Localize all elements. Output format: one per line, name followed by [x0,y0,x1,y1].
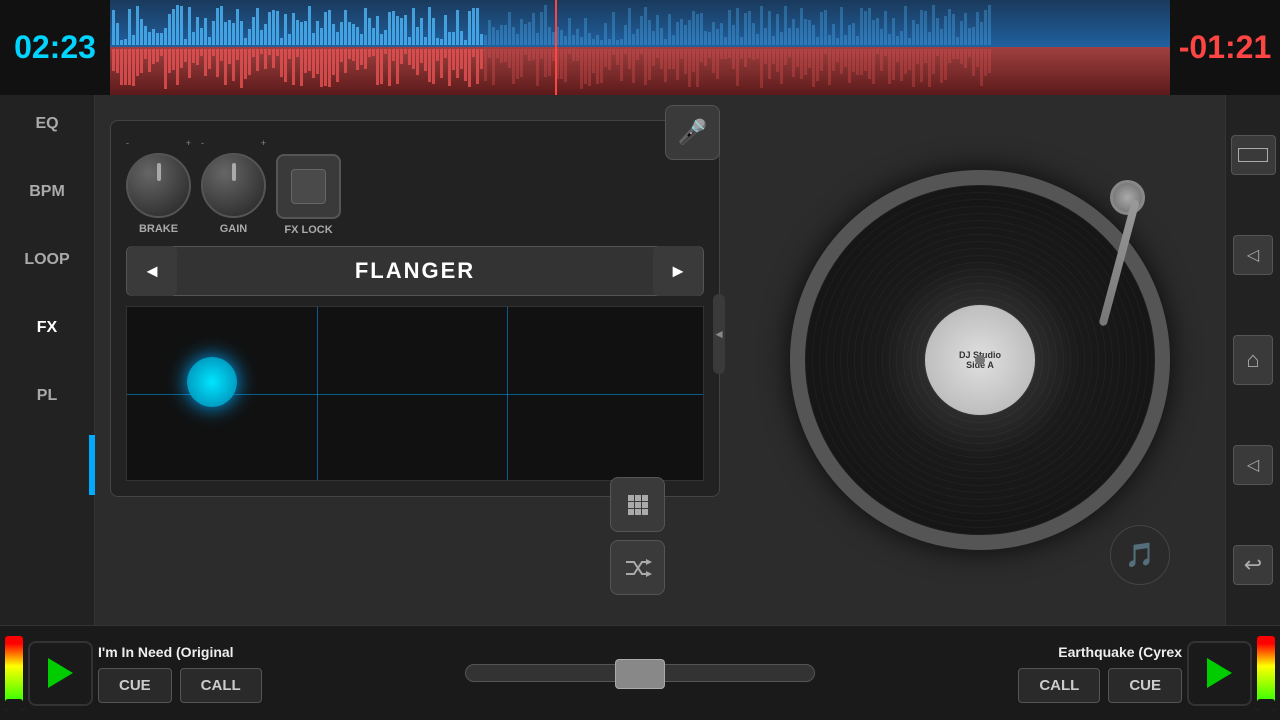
turntable[interactable]: DJ Studio Side A [790,170,1170,550]
waveform-section: 02:23 -01:21 [0,0,1280,95]
controls-row: -+ BRAKE -+ GAIN FX LOCK [126,136,704,236]
sidebar-item-loop[interactable]: LOOP [24,251,69,269]
collapse-icon: ◄ [713,327,725,341]
fx-next-button[interactable]: ► [653,246,703,296]
crossfader-section [450,664,830,682]
mic-icon: 🎤 [678,118,708,147]
gain-knob-group: -+ GAIN [201,138,266,235]
crossfader-handle[interactable] [615,659,665,689]
sidebar-item-bpm[interactable]: BPM [29,183,65,201]
left-track-title: I'm In Need (Original [98,644,318,660]
turntable-spindle [975,355,985,365]
fx-lock-button[interactable] [276,154,341,219]
right-call-button[interactable]: CALL [1018,668,1100,703]
grid-button[interactable] [610,477,665,532]
right-btn-4[interactable]: ◁ [1233,445,1273,485]
left-vu-meter [5,636,23,711]
turntable-section: DJ Studio Side A 🎵 [735,95,1225,625]
waveform-display[interactable] [110,0,1170,95]
left-deck-buttons: CUE CALL [98,668,318,703]
right-sidebar: ◁ ⌂ ◁ ↩ [1225,95,1280,625]
collapse-arrow[interactable]: ◄ [713,294,725,374]
left-vu-mask [5,699,23,710]
right-track-title: Earthquake (Cyrex [1058,644,1182,660]
center-panel: 🎤 -+ BRAKE -+ GAIN FX LO [95,95,735,625]
left-track-info: I'm In Need (Original CUE CALL [98,644,318,703]
gain-range: -+ [201,138,266,148]
fx-lock-label: FX LOCK [284,224,332,236]
fx-name: FLANGER [177,258,653,284]
right-vu-mask [1257,699,1275,710]
right-cue-button[interactable]: CUE [1108,668,1182,703]
back-icon: ↩ [1244,552,1262,578]
grid-icon [626,493,650,517]
sidebar-item-eq[interactable]: EQ [35,115,58,133]
fx-lock-inner [291,169,326,204]
right-btn-4-icon: ◁ [1247,455,1259,475]
time-elapsed: 02:23 [0,29,110,66]
right-btn-5[interactable]: ↩ [1233,545,1273,585]
sidebar-item-fx[interactable]: FX [37,319,57,337]
right-deck: Earthquake (Cyrex CALL CUE [830,636,1280,711]
fx-prev-button[interactable]: ◄ [127,246,177,296]
side-buttons [610,477,665,595]
brake-knob-group: -+ BRAKE [126,138,191,235]
shuffle-icon [624,558,652,578]
fx-dot [187,357,237,407]
right-track-info: Earthquake (Cyrex CALL CUE [962,644,1182,703]
right-btn-3-icon: ⌂ [1246,347,1259,373]
time-remaining: -01:21 [1170,29,1280,66]
fx-pad[interactable] [126,306,704,481]
left-cue-button[interactable]: CUE [98,668,172,703]
right-play-icon [1207,658,1232,688]
right-btn-1-icon [1238,148,1268,162]
music-note-button[interactable]: 🎵 [1110,525,1170,585]
brake-label: BRAKE [139,223,178,235]
playhead [555,0,557,95]
waveform-top[interactable] [110,0,1170,47]
turntable-label: DJ Studio Side A [925,305,1035,415]
right-btn-2[interactable]: ◁ [1233,235,1273,275]
bottom-bar: I'm In Need (Original CUE CALL Earthquak… [0,625,1280,720]
left-deck: I'm In Need (Original CUE CALL [0,636,450,711]
waveform-bottom[interactable] [110,47,1170,95]
fx-selector: ◄ FLANGER ► [126,246,704,296]
shuffle-button[interactable] [610,540,665,595]
main-area: EQ BPM LOOP FX PL 🎤 -+ BRAKE -+ GAIN [0,95,1280,625]
right-deck-buttons: CALL CUE [1018,668,1182,703]
left-sidebar: EQ BPM LOOP FX PL [0,95,95,625]
right-play-button[interactable] [1187,641,1252,706]
tonearm-base [1110,180,1145,215]
music-note-icon: 🎵 [1125,541,1155,570]
left-play-button[interactable] [28,641,93,706]
right-vu-meter [1257,636,1275,711]
gain-knob[interactable] [201,153,266,218]
mic-button[interactable]: 🎤 [665,105,720,160]
fx-lock-group: FX LOCK [276,154,341,236]
brake-knob[interactable] [126,153,191,218]
right-btn-2-icon: ◁ [1247,245,1259,265]
sidebar-item-pl[interactable]: PL [37,387,57,405]
brake-range: -+ [126,138,191,148]
right-btn-1[interactable] [1231,135,1276,175]
crossfader-track[interactable] [465,664,815,682]
right-btn-3[interactable]: ⌂ [1233,335,1273,385]
left-play-icon [48,658,73,688]
left-call-button[interactable]: CALL [180,668,262,703]
controls-box: -+ BRAKE -+ GAIN FX LOCK ◄ [110,120,720,497]
gain-label: GAIN [220,223,248,235]
